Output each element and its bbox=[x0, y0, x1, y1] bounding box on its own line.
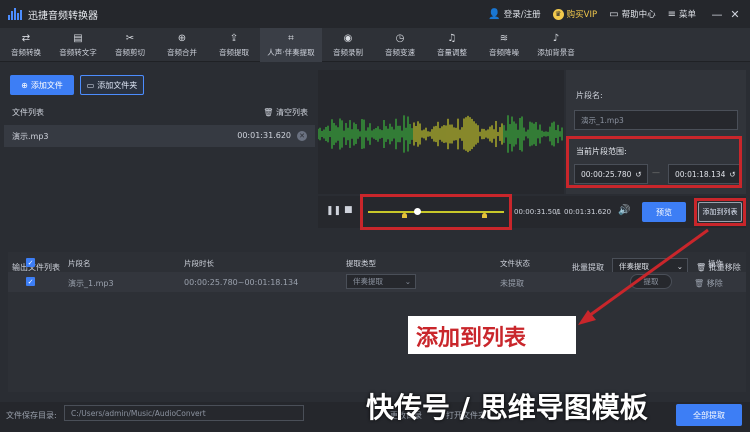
watermark-text: 快传号 / 思维导图模板 bbox=[366, 391, 648, 424]
callout-text: 添加到列表 bbox=[416, 326, 527, 351]
callout-box: 添加到列表 bbox=[408, 316, 576, 354]
callout-arrow bbox=[578, 228, 709, 325]
